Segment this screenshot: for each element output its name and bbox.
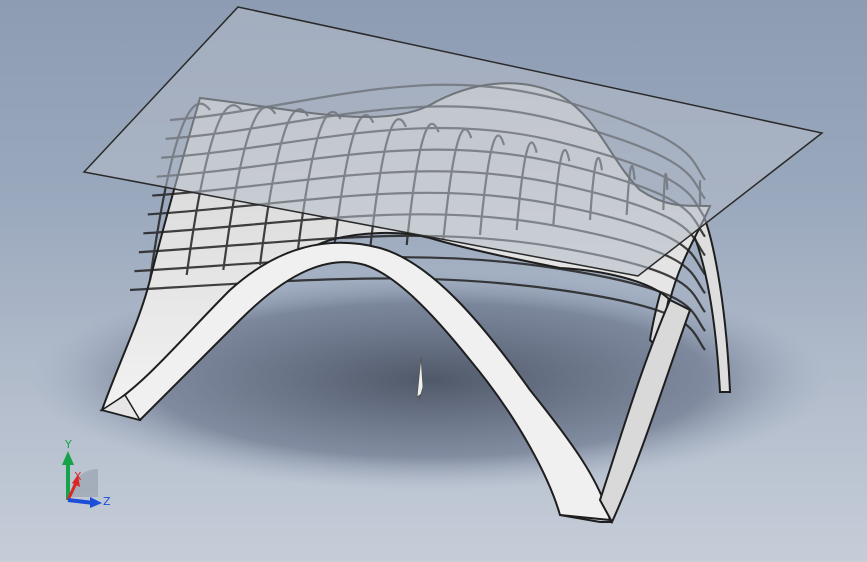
graphics-viewport[interactable]: Y X Z bbox=[0, 0, 867, 562]
triad-x-label: X bbox=[74, 470, 82, 483]
reference-triad[interactable]: Y X Z bbox=[62, 438, 111, 508]
triad-z-arrow bbox=[90, 497, 102, 508]
triad-y-label: Y bbox=[64, 438, 72, 451]
triad-z-label: Z bbox=[103, 495, 111, 508]
triad-y-arrow bbox=[62, 451, 74, 465]
model-scene[interactable]: Y X Z bbox=[0, 0, 867, 562]
